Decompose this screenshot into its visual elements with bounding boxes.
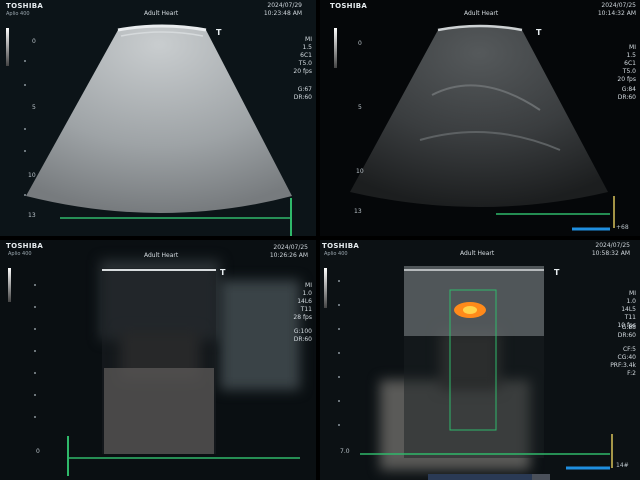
depth-dot <box>34 372 36 374</box>
orientation-marker-icon: T <box>554 268 560 277</box>
depth-dot <box>338 328 340 330</box>
date-label: 2024/07/25 <box>601 2 636 9</box>
grayscale-bar <box>324 268 327 308</box>
depth-dot <box>24 84 26 86</box>
depth-dot <box>34 284 36 286</box>
grayscale-bar <box>334 28 337 68</box>
sector-scan-image <box>350 24 615 231</box>
depth-dot <box>338 304 340 306</box>
time-label: 10:23:48 AM <box>263 10 302 17</box>
screenshot-grid: TOSHIBA Aplio 400 Adult Heart 2024/07/29… <box>0 0 640 480</box>
time-label: 10:14:32 AM <box>597 10 636 17</box>
grayscale-bar <box>6 28 9 66</box>
imaging-params: MI 1.0 14L6 T11 28 fps <box>293 282 312 321</box>
preset-label: Adult Heart <box>144 10 179 17</box>
depth-label-10: 10 <box>28 172 36 179</box>
depth-dot <box>24 150 26 152</box>
brand-label: TOSHIBA <box>6 2 44 10</box>
depth-dot <box>338 400 340 402</box>
color-flow-params: CF:5 CG:40 PRF:3.4k F:2 <box>610 346 636 377</box>
imaging-params: MI 1.5 6C1 T5.0 20 fps <box>617 44 636 83</box>
gain-params: G:67 DR:60 <box>293 86 312 101</box>
panel-top-left: TOSHIBA Aplio 400 Adult Heart 2024/07/29… <box>0 0 316 236</box>
depth-dot <box>24 60 26 62</box>
depth-label-0: 0 <box>358 40 362 47</box>
preset-label: Adult Heart <box>460 250 495 257</box>
brand-label: TOSHIBA <box>6 242 44 250</box>
preset-label: Adult Heart <box>144 252 179 259</box>
date-label: 2024/07/25 <box>273 244 308 251</box>
depth-dot <box>338 280 340 282</box>
depth-label-5: 5 <box>358 104 362 111</box>
time-label: 10:58:32 AM <box>591 250 630 257</box>
sector-scan-image <box>26 24 292 236</box>
time-label: 10:26:26 AM <box>269 252 308 259</box>
depth-dot <box>34 328 36 330</box>
linear-scan-image <box>67 268 300 476</box>
orientation-marker-icon: T <box>536 28 542 37</box>
date-label: 2024/07/29 <box>267 2 302 9</box>
color-doppler-image <box>360 266 613 480</box>
gain-params: G:88 DR:60 <box>617 324 636 339</box>
grayscale-bar <box>8 268 11 302</box>
depth-label-10: 10 <box>356 168 364 175</box>
depth-dot <box>34 350 36 352</box>
depth-dot <box>24 194 26 196</box>
orientation-marker-icon: T <box>216 28 222 37</box>
model-label: Aplio 400 <box>8 251 32 257</box>
panel-bottom-left: TOSHIBA Aplio 400 Adult Heart 2024/07/25… <box>0 240 316 480</box>
orientation-marker-icon: T <box>220 268 226 277</box>
depth-label-13: 13 <box>354 208 362 215</box>
depth-extra-label: 14# <box>616 462 629 469</box>
depth-label-13: 13 <box>28 212 36 219</box>
model-label: Aplio 400 <box>324 251 348 257</box>
date-label: 2024/07/25 <box>595 242 630 249</box>
depth-label-bottom: 7.0 <box>340 448 350 455</box>
depth-extra-label: +68 <box>616 224 629 231</box>
depth-dot <box>34 394 36 396</box>
depth-label-0: 0 <box>32 38 36 45</box>
depth-label-5: 5 <box>32 104 36 111</box>
depth-label-0: 0 <box>36 448 40 455</box>
brand-label: TOSHIBA <box>330 2 368 10</box>
depth-dot <box>338 424 340 426</box>
brand-label: TOSHIBA <box>322 242 360 250</box>
depth-dot <box>24 128 26 130</box>
depth-dot <box>338 352 340 354</box>
gain-params: G:84 DR:60 <box>617 86 636 101</box>
preset-label: Adult Heart <box>464 10 499 17</box>
gain-params: G:100 DR:60 <box>293 328 312 343</box>
depth-dot <box>34 416 36 418</box>
depth-dot <box>34 306 36 308</box>
depth-dot <box>338 376 340 378</box>
model-label: Aplio 400 <box>6 11 30 17</box>
panel-bottom-right: TOSHIBA Aplio 400 Adult Heart 2024/07/25… <box>320 240 640 480</box>
imaging-params: MI 1.5 6C1 T5.0 20 fps <box>293 36 312 75</box>
panel-top-right: TOSHIBA Adult Heart 2024/07/25 10:14:32 … <box>320 0 640 236</box>
